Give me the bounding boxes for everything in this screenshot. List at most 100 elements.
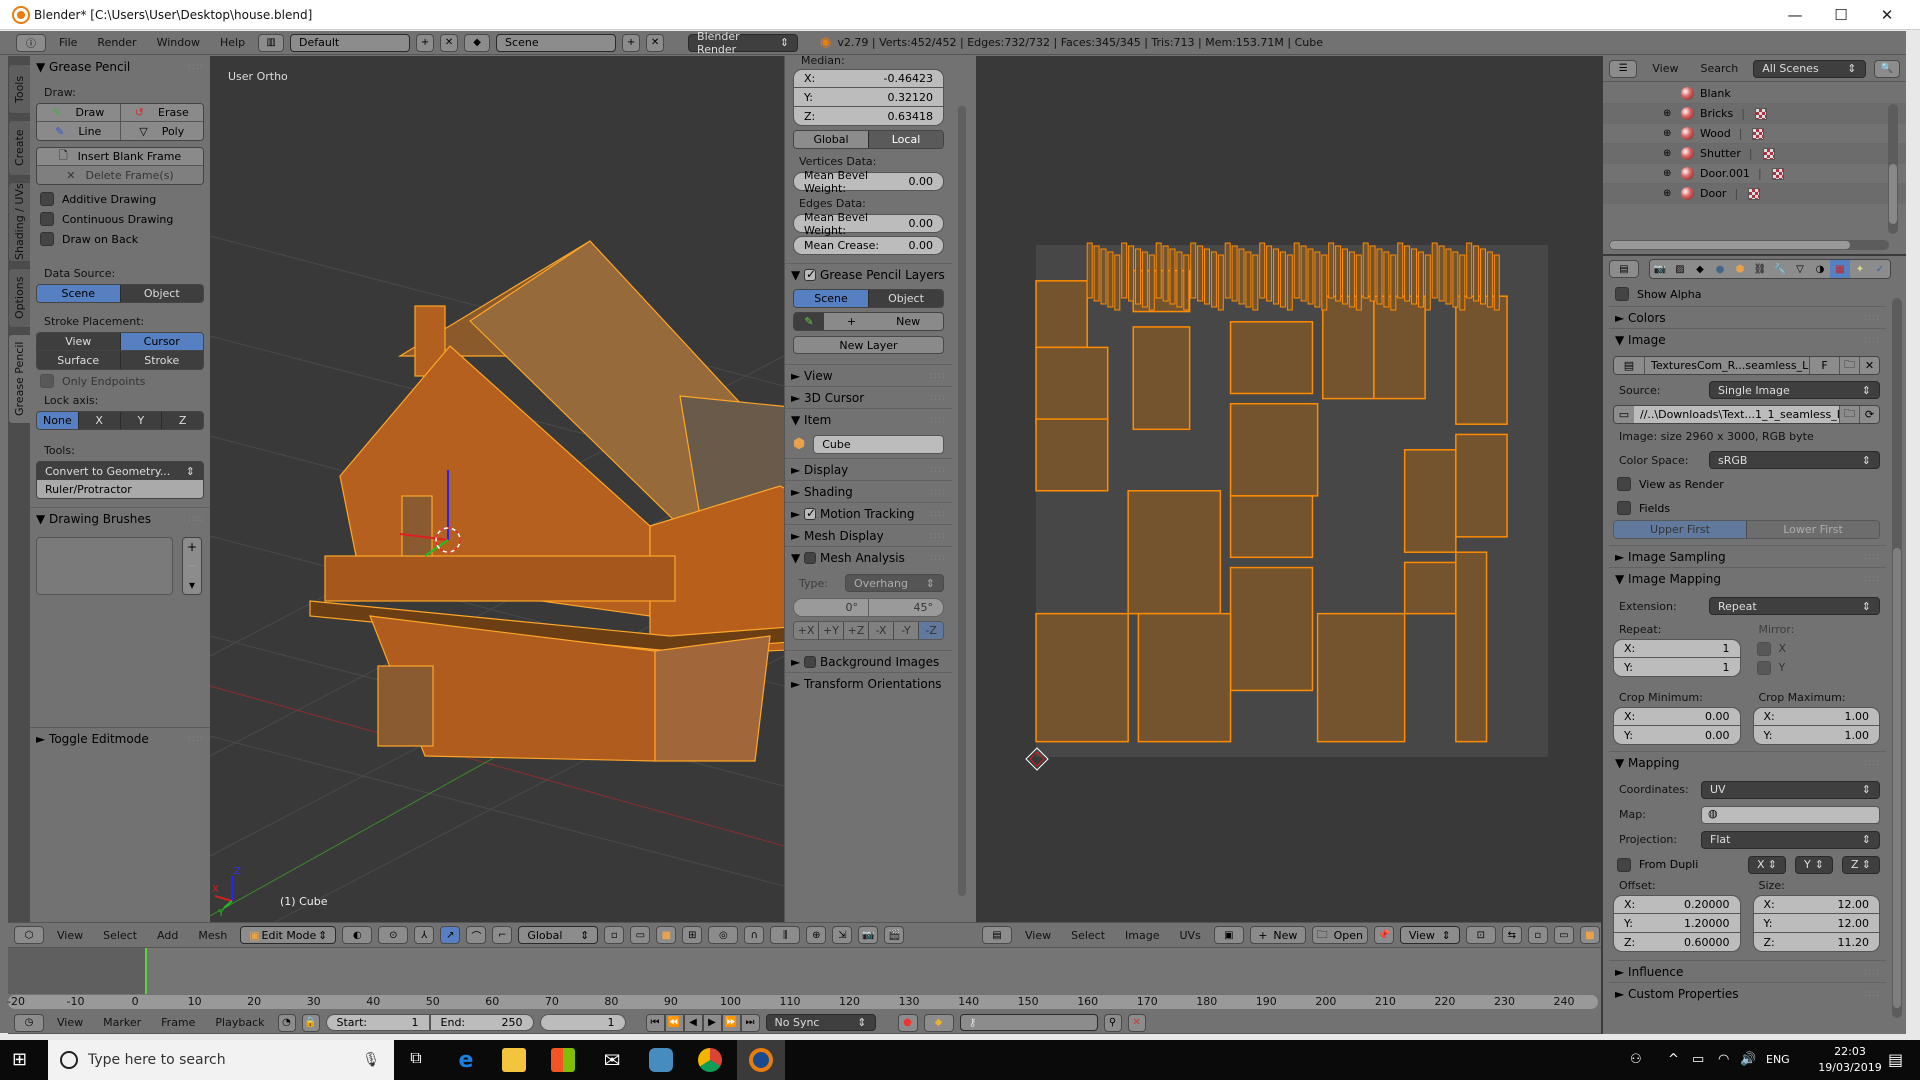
chrome-icon[interactable]: [698, 1048, 722, 1072]
render-engine-dropdown[interactable]: Blender Render ⇕: [688, 30, 799, 56]
from-dupli-checkbox[interactable]: From Dupli: [1613, 857, 1748, 872]
continuous-drawing-checkbox[interactable]: Continuous Drawing: [40, 209, 204, 229]
image-browse-icon[interactable]: ▤: [1614, 357, 1644, 374]
erase-button[interactable]: ↺ Erase: [120, 104, 203, 122]
taskbar-search-box[interactable]: Type here to search 🎙: [48, 1040, 394, 1080]
tab-shading-uvs[interactable]: Shading / UVs: [8, 182, 30, 262]
scene-icon[interactable]: ◆: [464, 33, 491, 52]
particles-context-icon[interactable]: ✦: [1850, 260, 1870, 278]
axis-plus-z[interactable]: +Z: [844, 622, 869, 639]
microphone-icon[interactable]: 🎙: [362, 1052, 380, 1068]
uv-menu-image[interactable]: Image: [1118, 929, 1166, 942]
mail-icon[interactable]: ✉: [600, 1048, 624, 1072]
timeline-menu-marker[interactable]: Marker: [96, 1016, 148, 1029]
transform-orientation-dropdown[interactable]: Global ⇕: [518, 926, 599, 944]
drag-handle-icon[interactable]: ::::: [930, 553, 946, 563]
browse-file-icon[interactable]: 🗀: [1839, 406, 1859, 423]
modifiers-context-icon[interactable]: 🔧: [1770, 260, 1790, 278]
add-brush-icon[interactable]: +: [187, 540, 197, 554]
lock-axis-none[interactable]: None: [37, 412, 79, 429]
image-name-field[interactable]: TexturesCom_R...seamless_L.jpg: [1644, 357, 1809, 374]
upper-first-option[interactable]: Upper First: [1614, 521, 1747, 538]
play-icon[interactable]: ▶: [702, 1013, 722, 1032]
pivot-point-icon[interactable]: ⊙: [378, 926, 409, 944]
toggle-editmode-section-header[interactable]: ► Toggle Editmode::::: [30, 727, 210, 749]
outliner-menu-search[interactable]: Search: [1693, 62, 1745, 75]
view-section-header[interactable]: ► View::::: [785, 364, 952, 386]
uv-pivot-icon[interactable]: ⊡: [1465, 926, 1496, 944]
expand-icon[interactable]: ⊕: [1663, 188, 1681, 199]
menu-render[interactable]: Render: [90, 36, 143, 49]
edge-select-icon[interactable]: ▭: [630, 926, 651, 944]
scale-manipulator-icon[interactable]: ⌐: [492, 926, 513, 944]
show-alpha-checkbox[interactable]: Show Alpha: [1611, 282, 1898, 306]
stroke-placement-stroke[interactable]: Stroke: [120, 351, 203, 369]
colors-section-header[interactable]: ► Colors::::: [1609, 306, 1886, 328]
menu-mesh[interactable]: Mesh: [191, 929, 234, 942]
outliner-item[interactable]: ⊕ Bricks |: [1603, 104, 1906, 124]
gp-layers-checkbox[interactable]: [804, 267, 816, 281]
outliner-v-scroll-thumb[interactable]: [1889, 164, 1897, 224]
action-center-icon[interactable]: ▤: [1888, 1050, 1903, 1069]
projection-x-dropdown[interactable]: X ⇕: [1748, 855, 1786, 874]
additive-drawing-checkbox[interactable]: Additive Drawing: [40, 189, 204, 209]
drag-handle-icon[interactable]: ::::: [188, 734, 204, 744]
battery-icon[interactable]: ▭: [1692, 1052, 1704, 1067]
translate-manipulator-icon[interactable]: ↗: [440, 926, 461, 944]
fields-checkbox[interactable]: Fields: [1613, 496, 1880, 520]
toggle-local[interactable]: Local: [869, 131, 943, 148]
menu-window[interactable]: Window: [150, 36, 207, 49]
jump-end-icon[interactable]: ⏭: [740, 1013, 760, 1032]
mean-crease-field[interactable]: Mean Crease: 0.00: [793, 236, 944, 255]
image-browse-icon[interactable]: ▣: [1213, 926, 1244, 944]
object-context-icon[interactable]: ⬢: [1730, 260, 1750, 278]
texture-icon[interactable]: [1771, 167, 1784, 180]
extension-dropdown[interactable]: Repeat ⇕: [1709, 597, 1880, 615]
drag-handle-icon[interactable]: ::::: [1864, 758, 1880, 768]
drag-handle-icon[interactable]: ::::: [930, 465, 946, 475]
axis-minus-z[interactable]: -Z: [919, 622, 943, 639]
texture-icon[interactable]: [1748, 187, 1761, 200]
repeat-y-field[interactable]: Y: 1: [1613, 658, 1741, 677]
texture-context-icon[interactable]: ▦: [1830, 260, 1850, 278]
mesh-analysis-section-header[interactable]: ▼ Mesh Analysis::::: [785, 546, 952, 568]
texture-icon[interactable]: [1762, 147, 1775, 160]
editor-type-info-icon[interactable]: ⓘ: [16, 33, 46, 52]
expand-icon[interactable]: ⊕: [1663, 128, 1681, 139]
data-source-object[interactable]: Object: [120, 285, 203, 302]
snap-target-icon[interactable]: ⊕: [806, 926, 827, 944]
background-images-checkbox[interactable]: [804, 656, 817, 668]
image-filepath-input[interactable]: //..\Downloads\Text...1_1_seamless_L.jpg: [1634, 406, 1839, 423]
projection-dropdown[interactable]: Flat ⇕: [1701, 830, 1880, 849]
render-context-icon[interactable]: 📷: [1650, 260, 1670, 278]
image-source-dropdown[interactable]: Single Image ⇕: [1709, 381, 1880, 399]
jump-start-icon[interactable]: ⏮: [645, 1013, 665, 1032]
color-space-dropdown[interactable]: sRGB ⇕: [1709, 451, 1880, 469]
outliner-item[interactable]: ⊕ Shutter |: [1603, 144, 1906, 164]
outliner-h-scrollbar[interactable]: [1609, 240, 1889, 250]
delete-frames-button[interactable]: ✕ Delete Frame(s): [37, 166, 203, 184]
only-endpoints-checkbox[interactable]: Only Endpoints: [36, 370, 204, 392]
coordinates-dropdown[interactable]: UV ⇕: [1701, 780, 1880, 799]
start-frame-field[interactable]: Start: 1: [325, 1014, 430, 1031]
gp-source-scene[interactable]: Scene: [794, 290, 869, 307]
unlink-image-icon[interactable]: ✕: [1859, 357, 1879, 374]
influence-section-header[interactable]: ► Influence::::: [1609, 960, 1886, 982]
lower-first-option[interactable]: Lower First: [1747, 521, 1879, 538]
add-scene-icon[interactable]: +: [622, 33, 641, 52]
current-frame-field[interactable]: 1: [539, 1014, 626, 1031]
convert-to-geometry-dropdown[interactable]: Convert to Geometry... ⇕: [37, 462, 203, 480]
brushes-list[interactable]: [36, 537, 173, 595]
godot-icon[interactable]: [649, 1048, 673, 1072]
uv-menu-uvs[interactable]: UVs: [1173, 929, 1208, 942]
drag-handle-icon[interactable]: ::::: [1864, 574, 1880, 584]
brush-menu-icon[interactable]: ▾: [189, 578, 195, 592]
image-mapping-section-header[interactable]: ▼ Image Mapping::::: [1609, 567, 1886, 589]
house-mesh[interactable]: [210, 56, 784, 922]
rotate-manipulator-icon[interactable]: ⌒: [466, 926, 487, 944]
repeat-x-field[interactable]: X: 1: [1613, 639, 1741, 658]
prev-keyframe-icon[interactable]: ⏪: [664, 1013, 684, 1032]
mode-dropdown[interactable]: ▣ Edit Mode ⇕: [240, 926, 337, 944]
editor-type-outliner-icon[interactable]: ☰: [1609, 59, 1638, 78]
menu-file[interactable]: File: [52, 36, 84, 49]
